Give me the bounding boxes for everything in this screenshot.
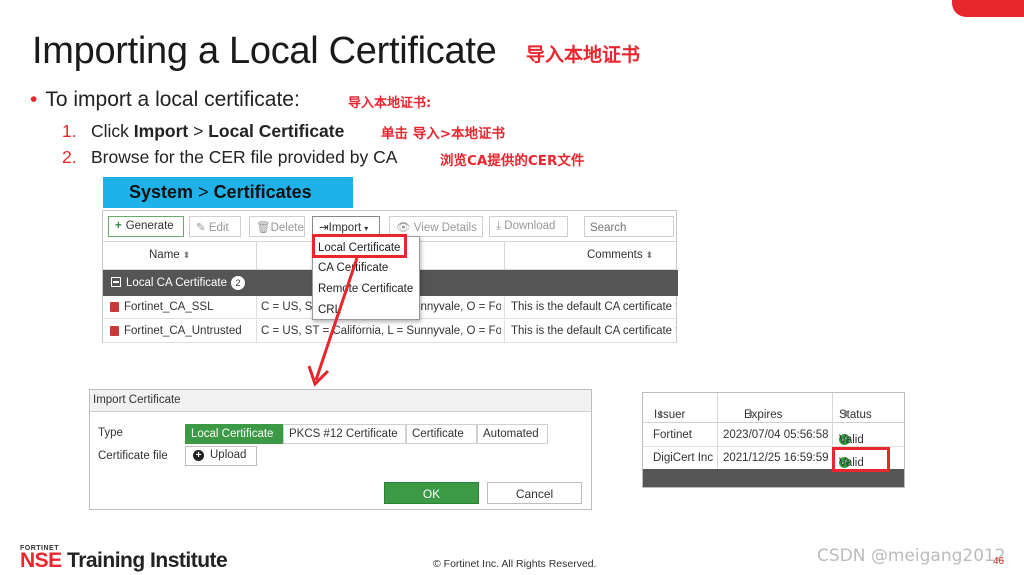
menu-path-banner: System > Certificates (103, 177, 353, 208)
bullet-text: To import a local certificate: (45, 88, 300, 111)
type-label: Type (98, 427, 123, 439)
col-divider (256, 242, 257, 271)
step-2-num: 2. (62, 147, 77, 167)
type-certificate[interactable]: Certificate (406, 424, 477, 444)
plus-circle-icon: + (193, 450, 204, 461)
caret-down-icon: ▾ (364, 224, 369, 233)
certificate-icon (110, 302, 119, 312)
highlight-local-certificate (312, 234, 407, 258)
menu-item-ca-certificate[interactable]: CA Certificate (318, 262, 388, 274)
col-name-header[interactable]: Name ⬍ (149, 249, 190, 261)
corner-accent (952, 0, 1024, 17)
col-divider (504, 242, 505, 271)
certificate-file-label: Certificate file (98, 450, 168, 462)
bullet-cn: 导入本地证书: (348, 96, 432, 111)
upload-button[interactable]: + Upload (185, 446, 257, 466)
arrow-head (307, 365, 330, 387)
banner-certificates: Certificates (213, 182, 312, 202)
sort-icon: ⬍ (842, 409, 850, 419)
trash-icon: 🗑 (256, 222, 271, 234)
step-1: 1. Click Import > Local Certificate (62, 121, 344, 142)
sort-icon: ⬍ (182, 250, 191, 260)
cell-issuer: DigiCert Inc (653, 452, 714, 464)
bullet-intro: • To import a local certificate: (30, 88, 300, 112)
table-row[interactable]: Fortinet 2023/07/04 05:56:58 ✓ Valid (643, 424, 904, 447)
watermark: CSDN @meigang2012 (817, 546, 1006, 566)
view-details-label: View Details (413, 222, 477, 234)
edit-label: Edit (208, 222, 229, 234)
plus-icon: + (115, 220, 122, 232)
copyright: © Fortinet Inc. All Rights Reserved. (433, 558, 597, 570)
issuer-table-header: Issuer ⬍ Expires ⬍ Status ⬍ (643, 393, 904, 423)
banner-sep: > (193, 182, 214, 202)
cell-subject: C = US, ST = California, L = Sunnyvale, … (261, 325, 501, 337)
step-1-local: Local Certificate (208, 121, 345, 141)
table-row[interactable]: Fortinet_CA_Untrusted C = US, ST = Calif… (103, 320, 678, 343)
generate-button[interactable]: + Generate (108, 216, 184, 237)
type-automated[interactable]: Automated (477, 424, 548, 444)
import-icon: ⇥ (319, 222, 329, 234)
status-label: Valid (839, 434, 864, 446)
group-label: Local CA Certificate (126, 277, 227, 289)
download-button[interactable]: ⤓ Download (489, 216, 568, 237)
generate-label: Generate (125, 220, 174, 232)
step-1-cn: 单击 导入>本地证书 (381, 126, 506, 142)
col-comments-label: Comments (587, 249, 643, 261)
cell-expires: 2021/12/25 16:59:59 (723, 452, 829, 464)
cancel-button[interactable]: Cancel (487, 482, 582, 504)
sort-icon: ⬍ (747, 409, 755, 419)
step-1-num: 1. (62, 121, 77, 141)
type-local-certificate[interactable]: Local Certificate (185, 424, 283, 444)
page-number: 46 (993, 556, 1005, 567)
cell-comments: This is the default CA certificate t (511, 301, 676, 313)
col-divider (256, 320, 257, 343)
step-2-cn: 浏览CA提供的CER文件 (440, 153, 585, 169)
step-1-import: Import (133, 121, 189, 141)
nse-training-logo: NSE Training Institute (20, 549, 228, 573)
slide-title-cn: 导入本地证书 (526, 44, 641, 66)
sort-icon: ⬍ (657, 409, 665, 419)
upload-label: Upload (210, 449, 247, 461)
col-divider (256, 296, 257, 319)
menu-item-remote-certificate[interactable]: Remote Certificate (318, 283, 413, 295)
banner-system: System (129, 182, 194, 202)
menu-item-crl[interactable]: CRL (318, 304, 341, 316)
count-badge: 2 (231, 276, 245, 290)
delete-label: Delete (270, 222, 304, 234)
col-name-label: Name (149, 249, 180, 261)
eye-icon: 👁 (396, 222, 414, 234)
edit-button[interactable]: ✎ Edit (189, 216, 241, 237)
slide-title: Importing a Local Certificate (32, 30, 497, 72)
certificate-icon (110, 326, 119, 336)
training-institute-label: Training Institute (61, 549, 228, 572)
sort-icon: ⬍ (645, 250, 654, 260)
issuer-status-panel: Issuer ⬍ Expires ⬍ Status ⬍ Fortinet 2023/0… (642, 392, 905, 488)
import-label: Import (328, 222, 362, 234)
col-comments-header[interactable]: Comments ⬍ (587, 249, 653, 261)
pencil-icon: ✎ (196, 222, 209, 234)
ok-button[interactable]: OK (384, 482, 479, 504)
download-label: Download (504, 220, 556, 232)
delete-button[interactable]: 🗑Delete (249, 216, 305, 237)
step-2-text: Browse for the CER file provided by CA (91, 147, 398, 167)
cell-expires: 2023/07/04 05:56:58 (723, 429, 829, 441)
cell-issuer: Fortinet (653, 429, 692, 441)
step-2: 2. Browse for the CER file provided by CA (62, 147, 397, 168)
collapse-icon[interactable] (111, 277, 121, 287)
import-certificate-dialog: Import Certificate Type Local Certificat… (89, 389, 592, 510)
cell-comments: This is the default CA certificate t (511, 325, 676, 337)
cell-name: Fortinet_CA_Untrusted (124, 325, 242, 337)
cell-name: Fortinet_CA_SSL (124, 301, 214, 313)
nse-label: NSE (20, 549, 62, 572)
step-1-mid: > (188, 121, 209, 141)
col-divider (504, 296, 505, 319)
bullet-dot-icon: • (30, 88, 38, 111)
search-input[interactable] (584, 216, 674, 237)
highlight-valid-status (832, 447, 890, 472)
col-divider (504, 320, 505, 343)
step-1-pre: Click (91, 121, 134, 141)
type-pkcs12-certificate[interactable]: PKCS #12 Certificate (283, 424, 406, 444)
dialog-title: Import Certificate (90, 390, 591, 412)
